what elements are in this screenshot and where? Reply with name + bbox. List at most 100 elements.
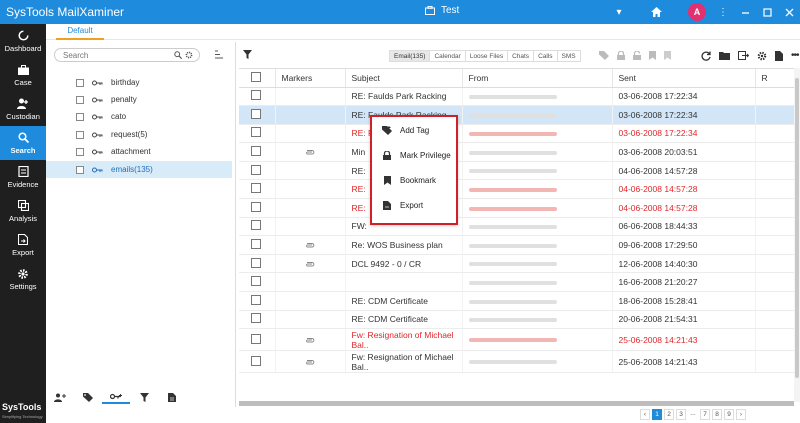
- row-checkbox[interactable]: [239, 142, 276, 162]
- page-button[interactable]: 9: [724, 409, 734, 420]
- table-row[interactable]: RE: CDM Certificate 18-06-2008 15:28:41: [239, 291, 800, 311]
- export-icon[interactable]: [738, 51, 749, 60]
- nav-analysis[interactable]: Analysis: [0, 194, 46, 228]
- row-checkbox[interactable]: [239, 105, 276, 125]
- row-checkbox[interactable]: [239, 235, 276, 255]
- table-row[interactable]: 16-06-2008 21:20:27: [239, 272, 800, 293]
- gear-icon[interactable]: [185, 51, 193, 59]
- add-tag-icon[interactable]: [599, 51, 609, 60]
- page-button[interactable]: 2: [664, 409, 674, 420]
- tab-chats[interactable]: Chats: [507, 50, 534, 62]
- case-dropdown-icon[interactable]: ▾: [608, 0, 630, 24]
- search-input[interactable]: [63, 50, 173, 60]
- tree-checkbox[interactable]: [76, 147, 84, 156]
- filter-icon[interactable]: [130, 390, 158, 404]
- add-user-icon[interactable]: [46, 390, 74, 404]
- page-button[interactable]: 1: [652, 409, 662, 420]
- bookmark-icon[interactable]: [649, 51, 656, 60]
- row-checkbox[interactable]: [239, 217, 276, 237]
- tree-checkbox[interactable]: [76, 78, 84, 87]
- tab-email[interactable]: Email(135): [389, 50, 430, 62]
- row-checkbox[interactable]: [239, 254, 276, 274]
- table-row[interactable]: RE: CDM Certificate 20-06-2008 21:54:31: [239, 310, 800, 330]
- tree-checkbox[interactable]: [76, 165, 84, 174]
- table-row[interactable]: Fw: Resignation of Michael Bal.. 25-06-20…: [239, 350, 800, 374]
- col-sent[interactable]: Sent: [612, 69, 756, 88]
- vertical-scrollbar[interactable]: [794, 68, 800, 402]
- tab-sms[interactable]: SMS: [556, 50, 581, 62]
- home-icon[interactable]: [630, 0, 682, 24]
- tab-calendar[interactable]: Calendar: [429, 50, 465, 62]
- folder-icon[interactable]: [719, 51, 730, 60]
- lock-icon[interactable]: [617, 51, 625, 60]
- gear-icon[interactable]: [757, 51, 767, 61]
- scroll-thumb[interactable]: [795, 78, 799, 378]
- nav-case[interactable]: Case: [0, 58, 46, 92]
- select-all-checkbox[interactable]: [239, 69, 276, 88]
- page-button[interactable]: 7: [700, 409, 710, 420]
- nav-search[interactable]: Search: [0, 126, 46, 160]
- tag-icon[interactable]: [74, 390, 102, 404]
- menu-mark-privilege[interactable]: Mark Privilege: [372, 144, 456, 167]
- row-checkbox[interactable]: [239, 310, 276, 330]
- nav-settings[interactable]: Settings: [0, 262, 46, 296]
- minimize-icon[interactable]: [734, 0, 756, 24]
- table-row[interactable]: RE: 04-06-2008 14:57:28: [239, 198, 800, 218]
- page-button[interactable]: 8: [712, 409, 722, 420]
- tree-item[interactable]: request(5): [46, 126, 232, 143]
- table-row[interactable]: Fw: Resignation of Michael Bal.. 25-06-20…: [239, 328, 800, 352]
- page-button[interactable]: 3: [676, 409, 686, 420]
- menu-bookmark[interactable]: Bookmark: [372, 169, 456, 192]
- close-icon[interactable]: [778, 0, 800, 24]
- col-subject[interactable]: Subject: [345, 69, 463, 88]
- row-checkbox[interactable]: [239, 291, 276, 311]
- table-row[interactable]: FW: 06-06-2008 18:44:33: [239, 217, 800, 237]
- table-row[interactable]: DCL 9492 - 0 / CR 12-06-2008 14:40:30: [239, 254, 800, 274]
- unbookmark-icon[interactable]: [664, 51, 671, 60]
- refresh-icon[interactable]: [701, 51, 711, 61]
- menu-export[interactable]: Export: [372, 194, 456, 217]
- nav-evidence[interactable]: Evidence: [0, 160, 46, 194]
- case-selector[interactable]: Test: [425, 5, 459, 16]
- more-vert-icon[interactable]: ⋮: [712, 0, 734, 24]
- unlock-icon[interactable]: [633, 51, 641, 60]
- tree-item[interactable]: birthday: [46, 74, 232, 91]
- filter-icon[interactable]: [243, 50, 252, 61]
- col-markers[interactable]: Markers: [275, 69, 346, 88]
- table-row[interactable]: Re: WOS Business plan 09-06-2008 17:29:50: [239, 235, 800, 255]
- key-filter-icon[interactable]: [102, 390, 130, 404]
- user-avatar[interactable]: A: [682, 0, 712, 24]
- tree-checkbox[interactable]: [76, 95, 84, 104]
- maximize-icon[interactable]: [756, 0, 778, 24]
- nav-custodian[interactable]: Custodian: [0, 92, 46, 126]
- table-row[interactable]: RE: Faulds Park Racking 03-06-2008 17:22:…: [239, 87, 800, 107]
- tree-checkbox[interactable]: [76, 130, 84, 139]
- document-icon[interactable]: [158, 390, 186, 404]
- prev-page-button[interactable]: ‹: [640, 409, 650, 420]
- tree-item[interactable]: cato: [46, 108, 232, 125]
- horizontal-scrollbar[interactable]: [239, 401, 794, 406]
- tree-item-selected[interactable]: emails(135): [46, 161, 232, 178]
- nav-export[interactable]: Export: [0, 228, 46, 262]
- nav-dashboard[interactable]: Dashboard: [0, 24, 46, 58]
- search-icon[interactable]: [174, 51, 182, 59]
- tree-item[interactable]: attachment: [46, 143, 232, 160]
- next-page-button[interactable]: ›: [736, 409, 746, 420]
- table-row[interactable]: RE: 04-06-2008 14:57:28: [239, 179, 800, 200]
- table-row-selected[interactable]: RE: Faulds Park Racking03-06-2008 17:22:…: [239, 105, 800, 125]
- tab-default[interactable]: Default: [56, 26, 104, 40]
- row-checkbox[interactable]: [239, 198, 276, 218]
- row-checkbox[interactable]: [239, 161, 276, 181]
- row-checkbox[interactable]: [239, 328, 276, 352]
- tree-item[interactable]: penalty: [46, 91, 232, 108]
- row-checkbox[interactable]: [239, 87, 276, 107]
- row-checkbox[interactable]: [239, 179, 276, 200]
- sort-tree-icon[interactable]: [214, 50, 224, 61]
- menu-add-tag[interactable]: Add Tag: [372, 119, 456, 142]
- tab-loose-files[interactable]: Loose Files: [464, 50, 508, 62]
- row-checkbox[interactable]: [239, 350, 276, 374]
- more-icon[interactable]: •••: [791, 50, 799, 61]
- col-from[interactable]: From: [462, 69, 613, 88]
- report-icon[interactable]: [775, 50, 783, 61]
- tab-calls[interactable]: Calls: [533, 50, 557, 62]
